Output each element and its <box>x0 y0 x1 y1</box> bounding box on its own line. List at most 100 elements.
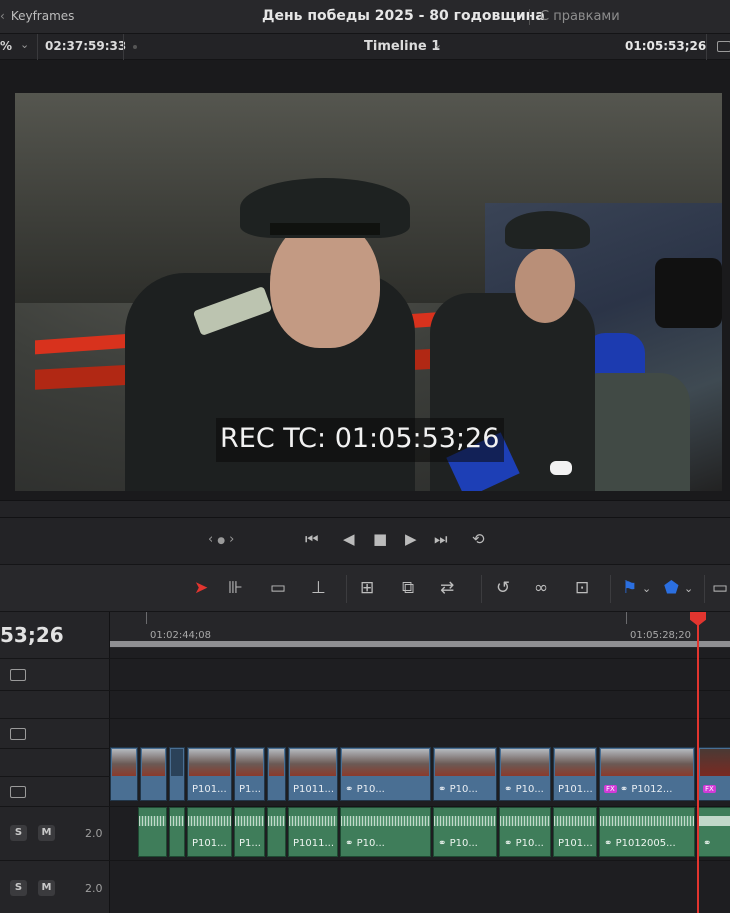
solo-button[interactable]: S <box>10 880 27 896</box>
nav-next[interactable]: › <box>229 532 238 547</box>
video-clip[interactable]: ⚭ P10... <box>499 747 551 801</box>
stop-icon[interactable]: ■ <box>373 530 387 548</box>
video-camera <box>655 258 722 328</box>
zoom-level[interactable]: % <box>0 39 12 53</box>
audio-waveform <box>341 816 430 826</box>
track-header-v3[interactable] <box>0 690 110 718</box>
audio-clip[interactable]: P101... <box>553 807 597 857</box>
video-clip[interactable]: P1... <box>234 747 265 801</box>
timeline-selector[interactable]: Timeline 1 <box>364 39 440 54</box>
audio-waveform <box>289 816 337 826</box>
insert-clip-icon[interactable]: ⊞ <box>360 578 374 598</box>
keyframes-panel-toggle[interactable]: ‹ Keyframes <box>0 9 74 23</box>
clip-thumbnail <box>342 749 429 776</box>
video-clip[interactable]: FX <box>698 747 730 801</box>
transport-controls: ‹●› ⏮ ◀ ■ ▶ ⏭ ⟲ <box>0 518 730 564</box>
nav-prev[interactable]: ‹ <box>208 532 217 547</box>
video-glove <box>550 461 572 475</box>
clip-name: P1011... <box>293 784 335 795</box>
clip-navigator[interactable]: ‹●› <box>208 532 238 547</box>
viewer-scrubber[interactable] <box>0 500 730 518</box>
trim-tool-icon[interactable]: ⊪ <box>228 578 243 598</box>
blade-tool-icon[interactable]: ⊥ <box>311 578 326 598</box>
track-header-v1-lower[interactable] <box>0 776 110 806</box>
edit-status: С правками <box>540 9 620 24</box>
audio-clip[interactable] <box>169 807 185 857</box>
clip-thumbnail <box>601 749 693 776</box>
audio-waveform <box>235 816 264 826</box>
video-clip[interactable]: ⚭ P10... <box>340 747 431 801</box>
track-header-v1[interactable] <box>0 748 110 776</box>
film-icon <box>10 786 26 798</box>
mute-button[interactable]: M <box>38 880 55 896</box>
clip-name: P101... <box>192 838 227 849</box>
audio-clip[interactable]: ⚭ P1012005... <box>599 807 695 857</box>
track-header-a2[interactable]: S M 2.0 <box>0 860 110 913</box>
audio-clip[interactable]: ⚭ P10... <box>433 807 497 857</box>
timeline-timecode: 53;26 <box>0 623 64 647</box>
track-header-a1[interactable]: S M 2.0 <box>0 806 110 860</box>
divider <box>37 34 38 60</box>
track-header-v2[interactable] <box>0 718 110 748</box>
chevron-down-icon[interactable]: ⌄ <box>642 582 651 595</box>
audio-waveform <box>600 816 694 826</box>
fullscreen-icon[interactable] <box>717 41 730 52</box>
chevron-down-icon[interactable]: ⌄ <box>20 38 29 51</box>
flag-icon[interactable]: ⚑ <box>622 578 637 598</box>
mute-button[interactable]: M <box>38 825 55 841</box>
track-lane-v4 <box>110 658 730 690</box>
chevron-down-icon[interactable]: ⌄ <box>684 582 693 595</box>
replace-clip-icon[interactable]: ⇄ <box>440 578 454 598</box>
playhead[interactable] <box>697 612 699 913</box>
clip-name: P101... <box>558 838 593 849</box>
play-reverse-icon[interactable]: ◀ <box>343 530 355 548</box>
video-clip[interactable] <box>110 747 138 801</box>
clip-name: P101... <box>558 784 593 795</box>
video-clip[interactable]: P101... <box>553 747 597 801</box>
dynamic-trim-icon[interactable]: ▭ <box>270 578 286 598</box>
solo-button[interactable]: S <box>10 825 27 841</box>
audio-clip[interactable]: P101... <box>187 807 232 857</box>
loop-icon[interactable]: ⟲ <box>472 530 485 548</box>
go-to-end-icon[interactable]: ⏭ <box>434 530 448 548</box>
link-icon: ⚭ <box>504 838 516 849</box>
video-clip[interactable]: P1011... <box>288 747 338 801</box>
clip-thumbnail <box>189 749 230 776</box>
video-cap-band <box>270 223 380 235</box>
video-clip[interactable]: P101... <box>187 747 232 801</box>
audio-clip[interactable]: ⚭ <box>698 807 730 857</box>
timeline-scrub-bar[interactable] <box>110 641 730 647</box>
link-icon[interactable]: ∞ <box>534 578 548 598</box>
video-clip[interactable]: ⚭ P10... <box>433 747 497 801</box>
position-lock-icon[interactable]: ⊡ <box>575 578 589 598</box>
marker-icon[interactable]: ⬟ <box>664 578 679 598</box>
keyframes-label: Keyframes <box>10 9 75 23</box>
video-clip[interactable] <box>140 747 167 801</box>
overwrite-clip-icon[interactable]: ⧉ <box>402 578 414 598</box>
audio-clip[interactable] <box>138 807 167 857</box>
snapping-icon[interactable]: ↺ <box>496 578 510 598</box>
audio-clip[interactable]: ⚭ P10... <box>499 807 551 857</box>
audio-clip[interactable]: P1011... <box>288 807 338 857</box>
timeline-area[interactable]: 01:02:44;08 01:05:28;20 P101... P1... P1… <box>110 612 730 913</box>
selection-tool-icon[interactable]: ➤ <box>194 578 208 598</box>
audio-clip[interactable] <box>267 807 286 857</box>
video-clip[interactable] <box>267 747 286 801</box>
track-lane-v2 <box>110 718 730 748</box>
clip-name: ⚭ P1012005... <box>604 838 676 849</box>
video-clip[interactable] <box>169 747 185 801</box>
track-lane-v3 <box>110 690 730 718</box>
audio-clip[interactable]: ⚭ P10... <box>340 807 431 857</box>
link-icon: ⚭ <box>703 838 712 849</box>
film-icon <box>10 728 26 740</box>
go-to-start-icon[interactable]: ⏮ <box>305 530 319 548</box>
menu-dot-icon[interactable] <box>133 45 137 49</box>
play-icon[interactable]: ▶ <box>405 530 417 548</box>
track-header-v4[interactable] <box>0 658 110 690</box>
chevron-down-icon[interactable]: ⌄ <box>433 38 442 51</box>
zoom-icon[interactable]: ▭ <box>712 578 728 598</box>
chevron-left-icon: ‹ <box>0 9 5 23</box>
clip-thumbnail <box>236 749 263 776</box>
video-clip[interactable]: FX ⚭ P1012... <box>599 747 695 801</box>
audio-clip[interactable]: P1... <box>234 807 265 857</box>
